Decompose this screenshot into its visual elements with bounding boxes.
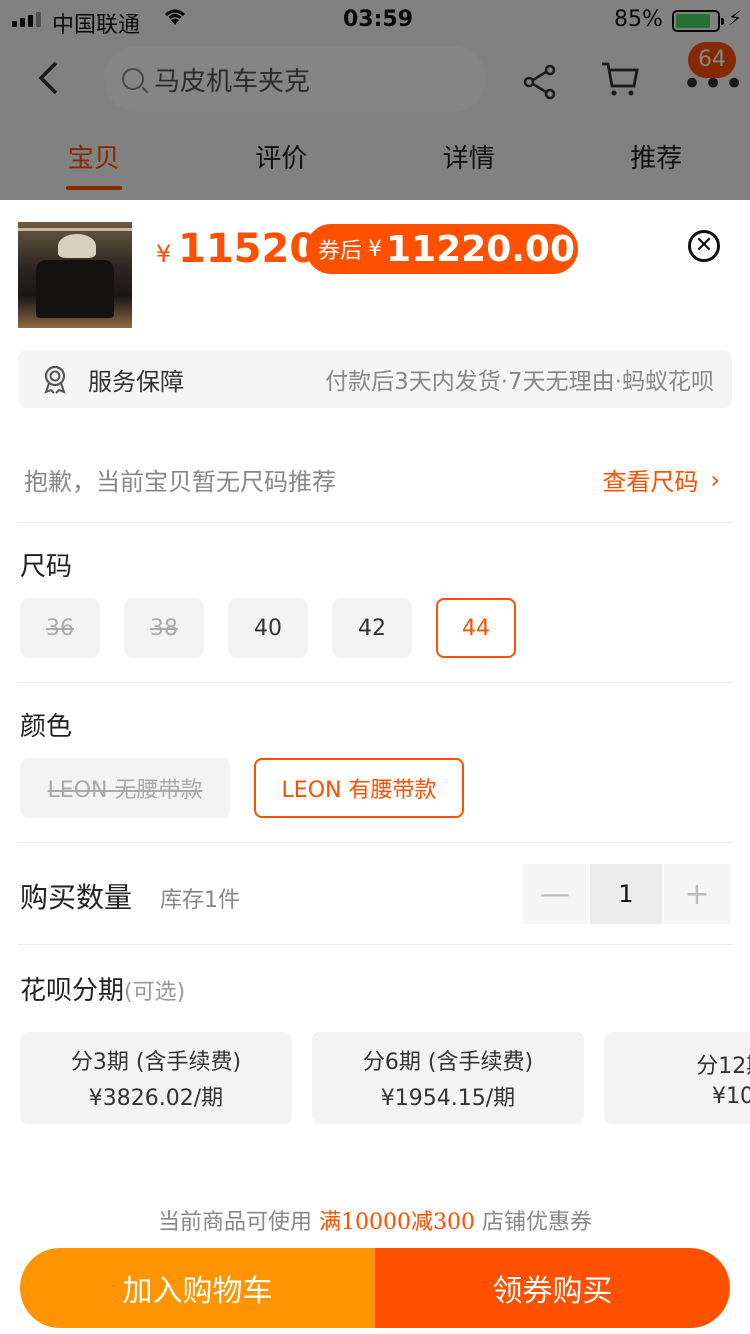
color-section-title: 颜色 (20, 712, 73, 742)
coupon-label: 券后 (318, 239, 363, 264)
add-to-cart-button[interactable]: 加入购物车 (20, 1248, 375, 1328)
coupon-price: 11220.00 (386, 228, 576, 270)
chevron-right-icon: › (710, 465, 720, 494)
increase-button[interactable]: + (664, 864, 730, 924)
size-option-36[interactable]: 36 (20, 598, 100, 658)
coupon-tip-prefix: 当前商品可使用 (157, 1210, 312, 1235)
color-option-no-belt[interactable]: LEON 无腰带款 (20, 758, 230, 818)
quantity-value[interactable]: 1 (590, 864, 662, 924)
sku-sheet: ¥ 11520 券后 ¥ 11220.00 ✕ 服务保障 付款后3天内发货·7天… (0, 200, 750, 1334)
size-option-44[interactable]: 44 (436, 598, 516, 658)
coupon-tip-highlight: 满10000减300 (319, 1210, 475, 1235)
huabei-optional-hint: (可选) (124, 980, 186, 1005)
installment-options: 分3期 (含手续费) ¥3826.02/期 分6期 (含手续费) ¥1954.1… (20, 1032, 750, 1124)
size-section-title: 尺码 (20, 552, 73, 582)
service-guarantee-bar[interactable]: 服务保障 付款后3天内发货·7天无理由·蚂蚁花呗 (18, 350, 732, 408)
coupon-price-badge: 券后 ¥ 11220.00 (306, 224, 578, 274)
dim-overlay[interactable] (0, 0, 750, 210)
size-option-38[interactable]: 38 (124, 598, 204, 658)
size-option-42[interactable]: 42 (332, 598, 412, 658)
divider (18, 522, 732, 523)
color-option-with-belt[interactable]: LEON 有腰带款 (254, 758, 464, 818)
service-title: 服务保障 (88, 367, 184, 396)
installment-option-12[interactable]: 分12期 ( ¥100 (604, 1032, 750, 1124)
divider (18, 842, 732, 843)
installment-price: ¥100 (712, 1083, 750, 1109)
award-icon (40, 364, 70, 394)
view-size-chart-link[interactable]: 查看尺码 › (602, 462, 720, 497)
service-description: 付款后3天内发货·7天无理由·蚂蚁花呗 (325, 369, 714, 395)
installment-option-6[interactable]: 分6期 (含手续费) ¥1954.15/期 (312, 1032, 584, 1124)
price: 11520 (178, 226, 318, 272)
quantity-stepper: — 1 + (522, 864, 730, 924)
view-size-chart-label: 查看尺码 (602, 468, 699, 496)
price-currency: ¥ (156, 240, 172, 268)
installment-title: 分12期 ( (696, 1053, 750, 1079)
coupon-currency: ¥ (368, 236, 383, 262)
product-thumbnail (18, 222, 132, 328)
action-bar: 加入购物车 领券购买 (20, 1248, 730, 1328)
divider (18, 682, 732, 683)
buy-with-coupon-button[interactable]: 领券购买 (375, 1248, 730, 1328)
size-option-40[interactable]: 40 (228, 598, 308, 658)
installment-title: 分3期 (含手续费) (70, 1050, 242, 1075)
huabei-section-title: 花呗分期(可选) (20, 970, 185, 1007)
installment-price: ¥1954.15/期 (380, 1086, 516, 1111)
store-coupon-tip: 当前商品可使用 满10000减300 店铺优惠券 (0, 1204, 750, 1236)
installment-price: ¥3826.02/期 (88, 1086, 224, 1111)
installment-option-3[interactable]: 分3期 (含手续费) ¥3826.02/期 (20, 1032, 292, 1124)
installment-title: 分6期 (含手续费) (362, 1050, 534, 1075)
size-recommend-tip: 抱歉，当前宝贝暂无尺码推荐 (24, 468, 336, 496)
quantity-title: 购买数量 (20, 881, 133, 914)
huabei-title: 花呗分期 (20, 976, 125, 1006)
close-icon[interactable]: ✕ (688, 230, 720, 262)
stock-count: 库存1件 (160, 888, 240, 913)
coupon-tip-suffix: 店铺优惠券 (481, 1210, 592, 1235)
divider (18, 944, 732, 945)
decrease-button[interactable]: — (522, 864, 588, 924)
